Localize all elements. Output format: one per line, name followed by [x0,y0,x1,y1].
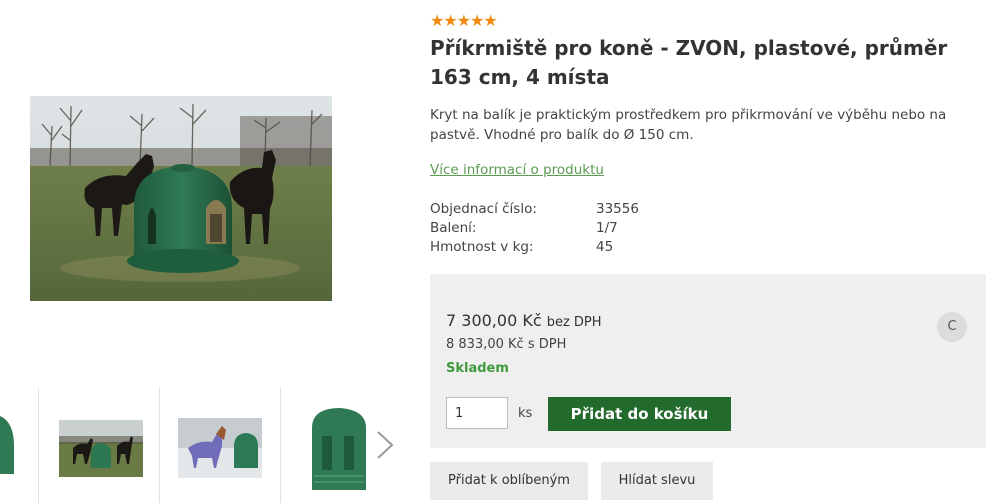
quantity-input[interactable] [446,397,508,429]
product-description: Kryt na balík je praktickým prostředkem … [430,107,947,143]
thumbnail-horses-feeder[interactable] [39,388,160,503]
spec-value: 45 [596,239,614,255]
spec-row-packaging: Balení: 1/7 [430,219,730,238]
product-title: Příkrmiště pro koně - ZVON, plastové, pr… [430,36,948,89]
spec-label: Balení: [430,220,477,236]
thumbnail-strip [0,388,400,503]
price-net-suffix: bez DPH [546,315,602,330]
thumbnail-partial[interactable] [0,388,39,503]
watch-price-button[interactable]: Hlídat slevu [601,462,713,500]
more-info-link[interactable]: Více informací o produktu [430,162,604,178]
add-to-cart-button[interactable]: Přidat do košíku [548,397,731,431]
price-box: 7 300,00 Kč bez DPH 8 833,00 Kč s DPH Sk… [430,274,986,448]
thumbnail-snow-horse[interactable] [160,388,281,503]
chevron-right-icon[interactable] [372,430,398,460]
add-to-favorites-button[interactable]: Přidat k oblíbeným [430,462,588,500]
quantity-unit: ks [518,406,533,421]
product-main-image[interactable] [30,96,332,301]
stock-status: Skladem [446,361,509,376]
price-net: 7 300,00 Kč bez DPH [446,311,602,330]
price-net-value: 7 300,00 Kč [446,311,542,330]
spec-value: 1/7 [596,220,618,236]
spec-label: Hmotnost v kg: [430,239,534,255]
rating-stars: ★★★★★ [430,11,498,30]
spec-value: 33556 [596,201,639,217]
spec-label: Objednací číslo: [430,201,537,217]
spec-row-weight: Hmotnost v kg: 45 [430,238,730,257]
spec-row-order-number: Objednací číslo: 33556 [430,200,730,219]
price-with-vat: 8 833,00 Kč s DPH [446,337,567,352]
category-badge: C [937,312,967,342]
thumbnail-feeder-closeup[interactable] [281,388,371,503]
